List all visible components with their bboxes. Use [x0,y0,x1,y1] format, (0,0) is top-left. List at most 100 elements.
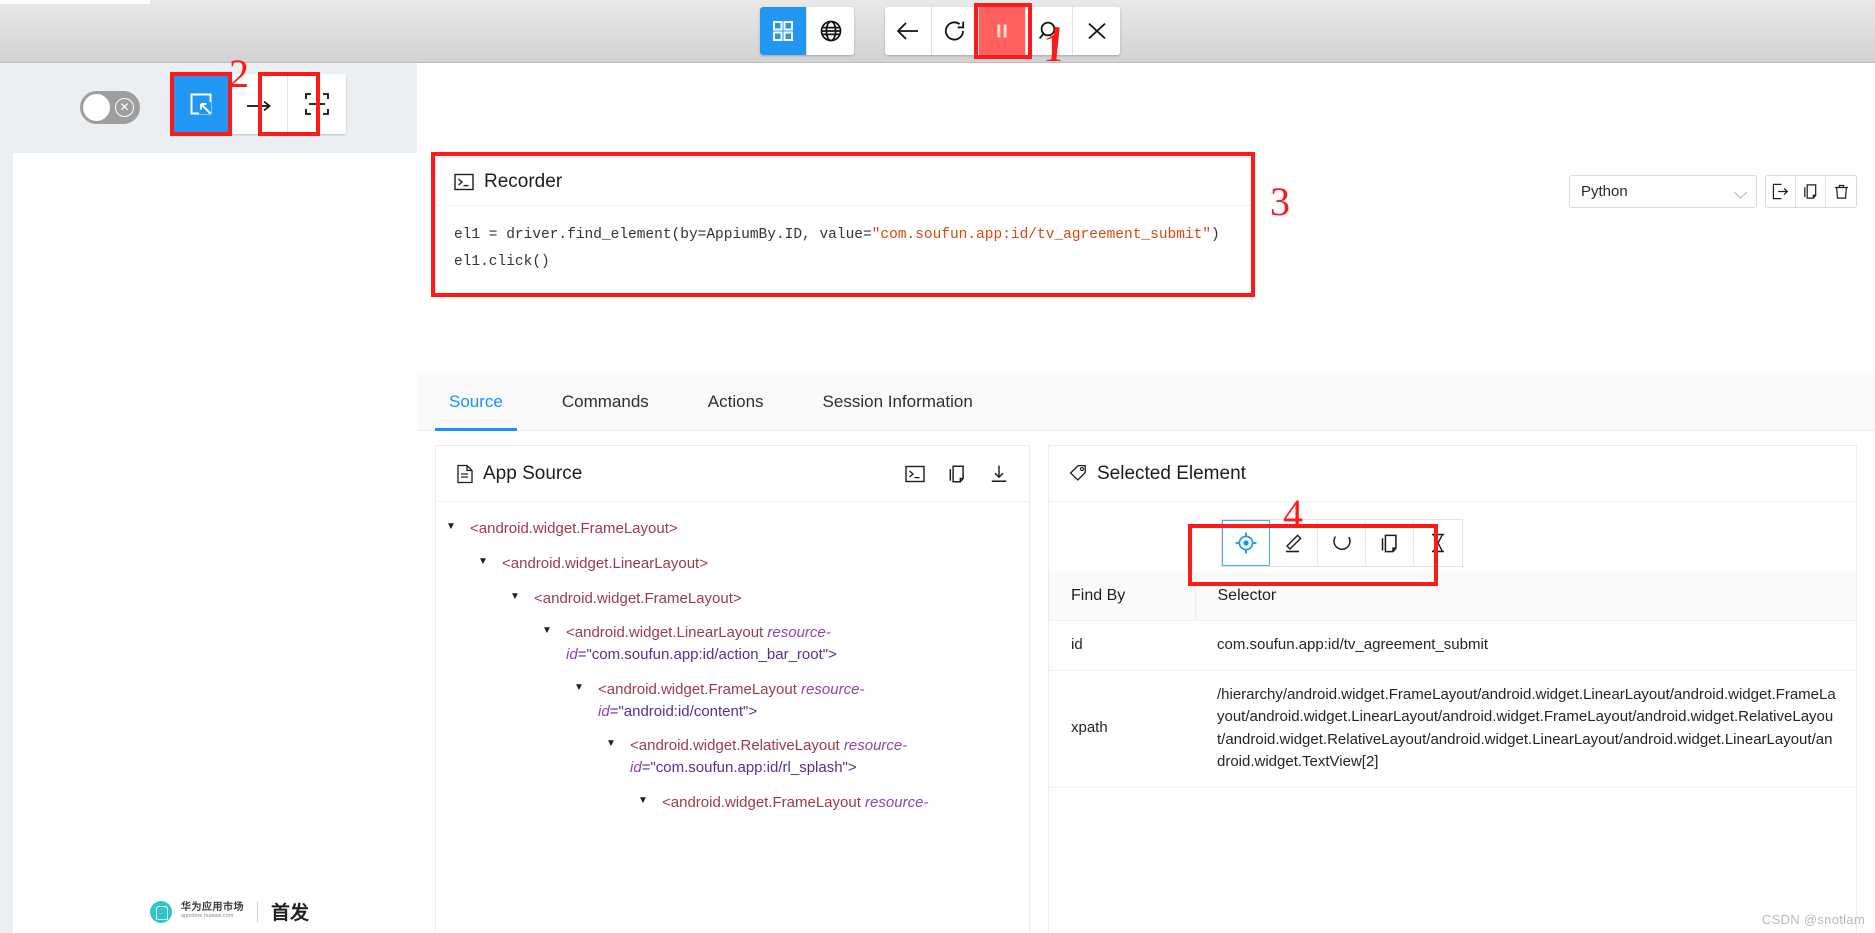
tag-icon [1069,464,1086,481]
tree-node[interactable]: ▼ <android.widget.LinearLayout> [446,553,1019,575]
caret-down-icon[interactable]: ▼ [446,522,460,532]
tree-node-attribute-value: ="android:id/content"> [609,702,758,720]
hourglass-icon [1432,533,1444,553]
open-terminal-button[interactable] [905,464,925,484]
copy-code-button[interactable] [1796,176,1826,207]
device-screenshot[interactable] [13,153,417,933]
recorder-code[interactable]: el1 = driver.find_element(by=AppiumBy.ID… [436,206,1254,286]
terminal-icon [905,465,925,482]
code-line-1-prefix: el1 = driver.find_element(by=AppiumBy.ID… [454,227,872,243]
recorder-title: Recorder [484,170,563,192]
app-store-tag: 首发 [271,903,310,924]
tap-by-coordinates-button[interactable] [288,74,346,134]
export-icon [1772,183,1789,200]
caret-down-icon[interactable]: ▼ [542,626,556,636]
capture-toggle-knob [83,94,110,121]
trash-icon [1834,184,1848,199]
tree-node[interactable]: ▼ <android.widget.FrameLayout resource- [446,792,1019,814]
selected-element-title: Selected Element [1097,462,1246,484]
inspector-mode-group [172,74,346,134]
tree-node-label: <android.widget.RelativeLayout resource-… [630,735,1019,779]
copy-attributes-button[interactable] [1366,520,1414,566]
tab-actions-label: Actions [707,391,764,411]
column-find-by: Find By [1049,572,1195,621]
table-row[interactable]: xpath/hierarchy/android.widget.FrameLayo… [1049,670,1856,788]
tree-node-tag: <android.widget.FrameLayout [662,793,866,811]
capture-toggle[interactable]: ✕ [80,91,140,124]
tree-node-tag: <android.widget.LinearLayout [566,624,768,642]
app-store-badge-text: 华为应用市场 appstore.huawei.com [181,903,244,919]
selector-table-header-row: Find By Selector [1049,572,1856,621]
caret-down-icon[interactable]: ▼ [574,682,588,693]
download-source-button[interactable] [989,464,1009,484]
pause-button[interactable] [979,7,1026,55]
caret-down-icon[interactable]: ▼ [510,591,524,602]
select-element-button[interactable] [172,74,230,134]
download-icon [991,465,1007,482]
tab-source-label: Source [449,391,503,411]
undo-icon [1332,536,1351,550]
tab-commands[interactable]: Commands [548,373,663,431]
tree-node[interactable]: ▼ <android.widget.FrameLayout resource-id… [446,679,1019,723]
callout-label-4: 4 [1283,491,1303,536]
toolbar-group-session [885,7,1120,55]
tap-element-button[interactable] [1222,520,1270,566]
recorder-header: Recorder [436,158,1254,206]
tree-node-tag: <android.widget.RelativeLayout [630,737,844,755]
device-preview-pane[interactable] [0,153,417,933]
selected-element-panel: Selected Element Find By Selector id com… [1048,445,1857,933]
code-line-1: el1 = driver.find_element(by=AppiumBy.ID… [454,222,1236,249]
tree-node[interactable]: ▼ <android.widget.FrameLayout> [446,588,1019,610]
tab-source[interactable]: Source [435,373,517,431]
tree-node[interactable]: ▼ <android.widget.LinearLayout resource-i… [446,622,1019,666]
tree-node-attribute: resource- [865,793,929,811]
selected-element-actions [1221,519,1463,567]
language-select-value: Python [1581,183,1628,200]
selector-table: Find By Selector id com.soufun.app:id/tv_… [1049,572,1856,788]
crop-frame-icon [305,93,329,115]
close-x-icon [1087,22,1106,40]
cell-selector: com.soufun.app:id/tv_agreement_submit [1195,620,1856,671]
code-line-2: el1.click() [454,253,550,270]
document-icon [457,464,473,483]
selector-table-wrapper: Find By Selector id com.soufun.app:id/tv_… [1049,572,1856,788]
table-row[interactable]: id com.soufun.app:id/tv_agreement_submit [1049,620,1856,671]
callout-label-3: 3 [1270,179,1290,224]
delete-code-button[interactable] [1826,176,1856,207]
clear-element-button[interactable] [1318,520,1366,566]
web-view-toggle[interactable] [807,7,854,55]
watermark: CSDN @snotlam [1761,912,1865,927]
export-code-button[interactable] [1766,176,1796,207]
recorder-panel: Recorder el1 = driver.find_element(by=Ap… [435,157,1255,297]
copy-source-button[interactable] [947,464,967,484]
tree-node-tag: <android.widget.FrameLayout> [534,589,742,607]
app-store-url: appstore.huawei.com [181,912,234,919]
app-source-title: App Source [483,462,583,484]
terminal-icon [454,173,474,190]
refresh-icon [944,21,965,41]
close-button[interactable] [1073,7,1120,55]
inspector-main: Recorder el1 = driver.find_element(by=Ap… [417,153,1875,933]
grid-view-toggle[interactable] [760,7,807,55]
caret-down-icon[interactable]: ▼ [606,739,620,749]
tree-node-attribute-value: ="com.soufun.app:id/rl_splash"> [641,759,857,776]
tab-actions[interactable]: Actions [694,373,778,431]
crosshair-icon [1235,532,1257,554]
chevron-down-icon [1734,186,1747,199]
get-timing-button[interactable] [1414,520,1462,566]
caret-down-icon[interactable]: ▼ [638,795,652,806]
tree-node[interactable]: ▼ <android.widget.FrameLayout> [446,518,1019,540]
globe-icon [820,20,841,42]
app-source-tree[interactable]: ▼ <android.widget.FrameLayout> ▼ <android.w… [436,502,1029,814]
back-button[interactable] [885,7,932,55]
selected-element-header: Selected Element [1049,446,1856,502]
tree-node[interactable]: ▼ <android.widget.RelativeLayout resource… [446,735,1019,779]
recorder-bar-background [417,63,1875,153]
tree-node-label: <android.widget.FrameLayout resource-id=… [598,679,1019,723]
caret-down-icon[interactable]: ▼ [478,556,492,567]
language-select[interactable]: Python [1569,175,1757,208]
refresh-button[interactable] [932,7,979,55]
toolbar-group-view [760,7,854,55]
tab-session-information[interactable]: Session Information [809,373,987,431]
inspector-tabs: Source Commands Actions Session Informat… [417,373,1875,431]
